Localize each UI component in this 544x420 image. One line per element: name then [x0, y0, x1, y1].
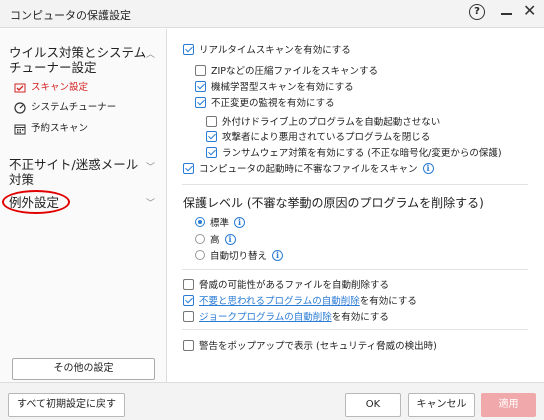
checkbox[interactable] — [195, 80, 206, 92]
checkbox[interactable] — [195, 96, 206, 108]
chevron-down-icon[interactable]: ﹀ — [146, 160, 155, 173]
external-drive-option[interactable]: 外付けドライブ上のプログラムを自動起動させない — [206, 114, 440, 128]
other-settings-button[interactable]: その他の設定 — [12, 358, 155, 380]
ok-button[interactable]: OK — [345, 393, 401, 417]
option-label: 外付けドライブ上のプログラムを自動起動させない — [222, 117, 441, 128]
radio[interactable] — [195, 217, 205, 227]
option-label: 警告をポップアップで表示 (セキュリティ脅威の検出時) — [199, 341, 437, 352]
option-label: ZIPなどの圧縮ファイルをスキャンする — [211, 66, 379, 77]
divider — [182, 184, 528, 185]
info-icon[interactable]: i — [224, 233, 236, 245]
title-bar: コンピュータの保護設定 ? ✕ — [0, 0, 544, 28]
attacker-option[interactable]: 攻撃者により悪用されているプログラムを閉じる — [206, 129, 430, 143]
window-title: コンピュータの保護設定 — [10, 9, 131, 22]
sidebar-item-label: スキャン設定 — [31, 82, 89, 93]
protection-high[interactable]: 高 i — [195, 232, 236, 246]
zip-scan-option[interactable]: ZIPなどの圧縮ファイルをスキャンする — [195, 63, 378, 77]
radio[interactable] — [195, 234, 205, 244]
apply-button[interactable]: 適用 — [481, 393, 536, 417]
info-icon[interactable]: i — [234, 216, 246, 228]
protection-standard[interactable]: 標準 i — [195, 215, 246, 229]
option-label: 自動切り替え — [210, 251, 268, 262]
sidebar-section-antivirus[interactable]: ウイルス対策とシステムチューナー設定 — [9, 45, 149, 75]
pup-delete-option[interactable]: 不要と思われるプログラムの自動削除 を有効にする — [183, 293, 417, 307]
joke-link[interactable]: ジョークプログラムの自動削除 — [199, 309, 332, 323]
checkbox[interactable] — [183, 278, 194, 290]
ransomware-option[interactable]: ランサムウェア対策を有効にする (不正な暗号化/変更からの保護) — [206, 145, 502, 159]
close-icon[interactable]: ✕ — [523, 2, 536, 20]
protection-level-title: 保護レベル (不審な挙動の原因のプログラムを削除する) — [183, 196, 484, 210]
checkbox[interactable] — [206, 130, 217, 142]
checkbox[interactable] — [206, 146, 217, 158]
sidebar-item-label: 予約スキャン — [31, 123, 89, 134]
pup-link[interactable]: 不要と思われるプログラムの自動削除 — [199, 293, 360, 307]
sidebar-item-scheduled-scan[interactable]: 予約スキャン — [14, 121, 88, 136]
chevron-up-icon[interactable]: ︿ — [146, 47, 155, 60]
minimize-icon[interactable] — [501, 13, 512, 15]
scan-check-icon — [14, 83, 26, 92]
checkbox[interactable] — [183, 162, 194, 174]
checkbox[interactable] — [183, 310, 194, 322]
startup-scan-option[interactable]: コンピュータの起動時に不審なファイルをスキャン i — [183, 161, 434, 175]
help-icon[interactable]: ? — [469, 4, 485, 20]
option-label: リアルタイムスキャンを有効にする — [199, 45, 351, 56]
option-label: 攻撃者により悪用されているプログラムを閉じる — [222, 132, 431, 143]
gauge-icon — [14, 101, 26, 114]
chevron-down-icon[interactable]: ﹀ — [146, 196, 155, 209]
option-label: 不正変更の監視を有効にする — [211, 98, 335, 109]
divider — [182, 269, 528, 270]
checkbox[interactable] — [183, 43, 194, 55]
option-label: を有効にする — [331, 312, 389, 323]
scan-settings-panel: リアルタイムスキャンを有効にする ZIPなどの圧縮ファイルをスキャンする 機械学… — [168, 29, 544, 382]
sidebar-item-label: システムチューナー — [31, 102, 117, 113]
checkbox[interactable] — [195, 64, 206, 76]
info-icon[interactable]: i — [272, 249, 284, 261]
joke-delete-option[interactable]: ジョークプログラムの自動削除 を有効にする — [183, 309, 389, 323]
calendar-icon — [14, 124, 26, 134]
popup-alert-option[interactable]: 警告をポップアップで表示 (セキュリティ脅威の検出時) — [183, 338, 437, 352]
option-label: を有効にする — [359, 296, 417, 307]
divider — [182, 329, 528, 330]
protection-auto[interactable]: 自動切り替え i — [195, 248, 284, 262]
sidebar-item-system-tuner[interactable]: システムチューナー — [14, 100, 116, 115]
monitor-option[interactable]: 不正変更の監視を有効にする — [195, 95, 335, 109]
checkbox[interactable] — [206, 115, 217, 127]
radio[interactable] — [195, 250, 205, 260]
option-label: 機械学習型スキャンを有効にする — [211, 82, 354, 93]
cancel-button[interactable]: キャンセル — [408, 393, 475, 417]
option-label: コンピュータの起動時に不審なファイルをスキャン — [199, 164, 418, 175]
info-icon[interactable]: i — [422, 162, 434, 174]
sidebar-item-scan-settings[interactable]: スキャン設定 — [14, 80, 88, 95]
sidebar: ウイルス対策とシステムチューナー設定 ︿ スキャン設定 システムチューナー 予約… — [0, 29, 167, 382]
sidebar-section-web-mail[interactable]: 不正サイト/迷惑メール対策 — [9, 157, 144, 187]
auto-delete-option[interactable]: 脅威の可能性があるファイルを自動削除する — [183, 277, 389, 291]
checkbox[interactable] — [183, 294, 194, 306]
option-label: ランサムウェア対策を有効にする (不正な暗号化/変更からの保護) — [222, 148, 502, 159]
checkbox[interactable] — [183, 339, 194, 351]
realtime-scan-option[interactable]: リアルタイムスキャンを有効にする — [183, 42, 351, 56]
option-label: 脅威の可能性があるファイルを自動削除する — [199, 280, 390, 291]
option-label: 高 — [210, 235, 220, 246]
ml-scan-option[interactable]: 機械学習型スキャンを有効にする — [195, 79, 354, 93]
annotation-highlight — [2, 190, 70, 214]
footer: すべて初期設定に戻す OK キャンセル 適用 — [0, 382, 544, 420]
reset-defaults-button[interactable]: すべて初期設定に戻す — [8, 393, 125, 417]
option-label: 標準 — [210, 218, 230, 229]
